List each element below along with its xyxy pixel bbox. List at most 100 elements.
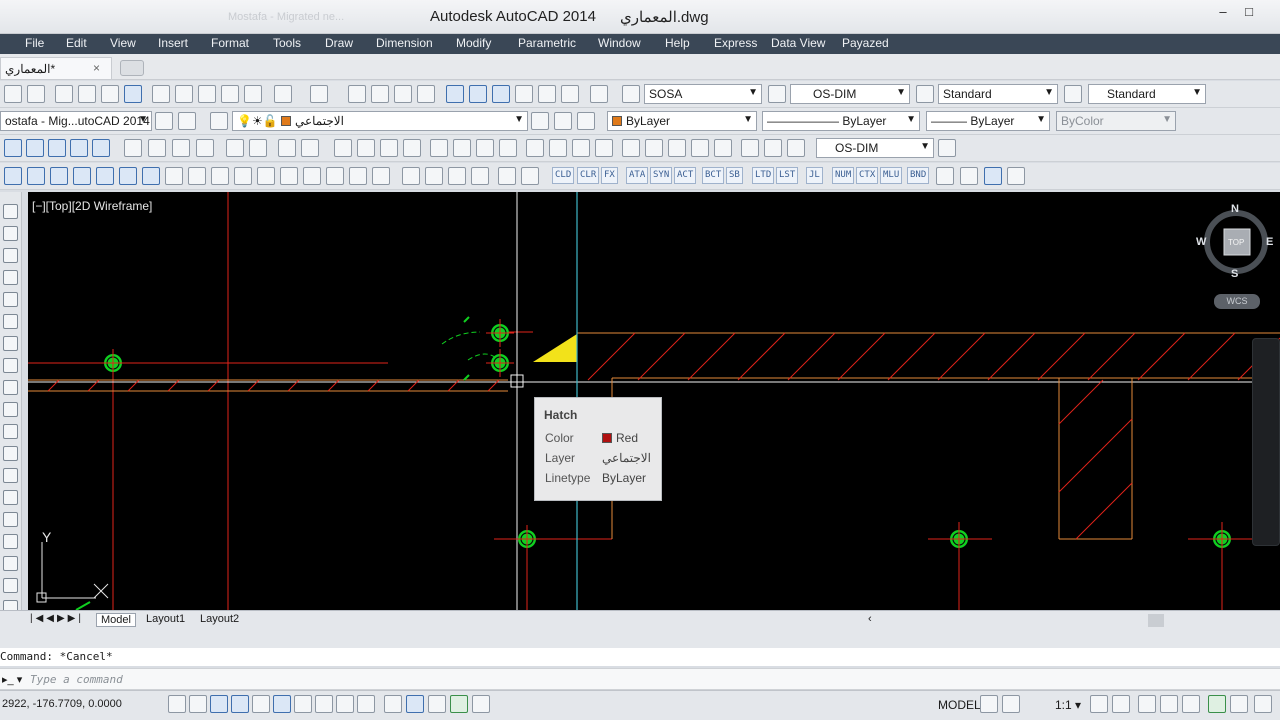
open-icon[interactable] [4,85,22,103]
design-center-icon[interactable] [469,85,487,103]
layout-nav-arrows-icon[interactable]: |◀◀▶▶| [30,613,84,624]
spline-icon[interactable] [3,380,18,395]
dim-continue-icon[interactable] [476,139,494,157]
auto-scale-icon[interactable] [1112,695,1130,713]
layer-tool-2-icon[interactable] [26,139,44,157]
dim-baseline-icon[interactable] [453,139,471,157]
viewcube-top-face[interactable]: TOP [1228,238,1244,247]
snap-mode-icon[interactable] [189,695,207,713]
dim-style-select-2[interactable]: OS-DIM ▼ [816,138,934,158]
dim-radius-icon[interactable] [334,139,352,157]
modify-tool-12-icon[interactable] [280,167,298,185]
tool-palettes-icon[interactable] [492,85,510,103]
express-chip-cld[interactable]: CLD [552,167,575,184]
rectangle-icon[interactable] [3,292,18,307]
help-icon[interactable] [590,85,608,103]
make-current-icon[interactable] [531,112,549,130]
status-bar-menu-icon[interactable] [1230,695,1248,713]
express-chip-mlu[interactable]: MLU [880,167,903,184]
viewcube[interactable]: N S E W TOP [1196,202,1273,280]
zoom-previous-icon[interactable] [417,85,435,103]
coordinate-readout[interactable]: 2922, -176.7709, 0.0000 [2,698,122,710]
selection-cycling-icon[interactable] [450,695,468,713]
quick-view-layouts-icon[interactable] [980,695,998,713]
modify-tool-7-icon[interactable] [142,167,160,185]
plot-preview-icon[interactable] [78,85,96,103]
modify-tool-10-icon[interactable] [211,167,229,185]
menu-window[interactable]: Window [598,36,641,50]
sheet-set-icon[interactable] [515,85,533,103]
dim-update-icon[interactable] [691,139,709,157]
command-line[interactable]: ▸_ ▾ Type a command [0,668,1280,690]
modify-tool-15-icon[interactable] [349,167,367,185]
modify-tool-3-icon[interactable] [50,167,68,185]
lineweight-icon[interactable] [384,695,402,713]
express-tool-a-icon[interactable] [936,167,954,185]
polyline-icon[interactable] [3,248,18,263]
dynamic-ucs-icon[interactable] [336,695,354,713]
undo-icon[interactable] [274,85,292,103]
express-chip-num[interactable]: NUM [832,167,855,184]
markup-icon[interactable] [538,85,556,103]
tab-layout1[interactable]: Layout1 [146,613,185,625]
quick-dim-icon[interactable] [430,139,448,157]
jogged-linear-icon[interactable] [622,139,640,157]
table-tool-icon[interactable] [3,578,18,593]
dim-edit-icon[interactable] [645,139,663,157]
express-chip-jl[interactable]: JL [806,167,823,184]
multileader-style-select[interactable]: Standard ▼ [1088,84,1206,104]
modify-tool-2-icon[interactable] [27,167,45,185]
plot-icon[interactable] [55,85,73,103]
viewcube-east[interactable]: E [1266,236,1273,248]
layer-tool-6-icon[interactable] [124,139,142,157]
dim-linear-icon[interactable] [226,139,244,157]
modify-tool-1-icon[interactable] [4,167,22,185]
block-editor-icon[interactable] [244,85,262,103]
scroll-left-icon[interactable]: ‹ [868,613,872,625]
point-icon[interactable] [3,490,18,505]
tab-layout2[interactable]: Layout2 [200,613,239,625]
express-chip-bct[interactable]: BCT [702,167,725,184]
workspace-switching-gear-icon[interactable] [1138,695,1156,713]
mtext-icon[interactable] [984,167,1002,185]
menu-modify[interactable]: Modify [456,36,491,50]
tab-model[interactable]: Model [96,613,136,627]
express-chip-ltd[interactable]: LTD [752,167,775,184]
multileader-style-icon[interactable] [1064,85,1082,103]
object-snap-icon[interactable] [273,695,291,713]
match-properties-icon[interactable] [221,85,239,103]
express-chip-sb[interactable]: SB [726,167,743,184]
insert-block-icon[interactable] [3,446,18,461]
table-icon[interactable] [234,167,252,185]
help-icon-2[interactable] [1007,167,1025,185]
express-chip-syn[interactable]: SYN [650,167,673,184]
modify-tool-13-icon[interactable] [303,167,321,185]
dim-text-edit-icon[interactable] [668,139,686,157]
dim-style-select[interactable]: OS-DIM ▼ [790,84,910,104]
close-tab-icon[interactable]: × [93,61,100,75]
menu-view[interactable]: View [110,36,136,50]
menu-data-view[interactable]: Data View [771,36,825,50]
dim-style-icon[interactable] [768,85,786,103]
zoom-realtime-icon[interactable] [371,85,389,103]
object-snap-tracking-icon[interactable] [315,695,333,713]
hatch-icon[interactable] [3,512,18,527]
express-block-5-icon[interactable] [498,167,516,185]
menu-express[interactable]: Express [714,36,757,50]
column-grip[interactable] [944,524,974,554]
3d-dwf-icon[interactable] [124,85,142,103]
dynamic-input-icon[interactable] [357,695,375,713]
workspace-settings-icon[interactable] [155,112,173,130]
viewcube-south[interactable]: S [1231,268,1238,280]
redo-icon[interactable] [310,85,328,103]
isolate-objects-icon[interactable] [1208,695,1226,713]
modify-tool-16-icon[interactable] [372,167,390,185]
wcs-menu[interactable]: WCS [1214,294,1260,309]
dim-diameter-icon[interactable] [380,139,398,157]
grid-display-icon[interactable] [210,695,228,713]
menu-format[interactable]: Format [211,36,249,50]
layer-previous-icon[interactable] [554,112,572,130]
menu-draw[interactable]: Draw [325,36,353,50]
modify-tool-9-icon[interactable] [188,167,206,185]
express-tool-b-icon[interactable] [960,167,978,185]
